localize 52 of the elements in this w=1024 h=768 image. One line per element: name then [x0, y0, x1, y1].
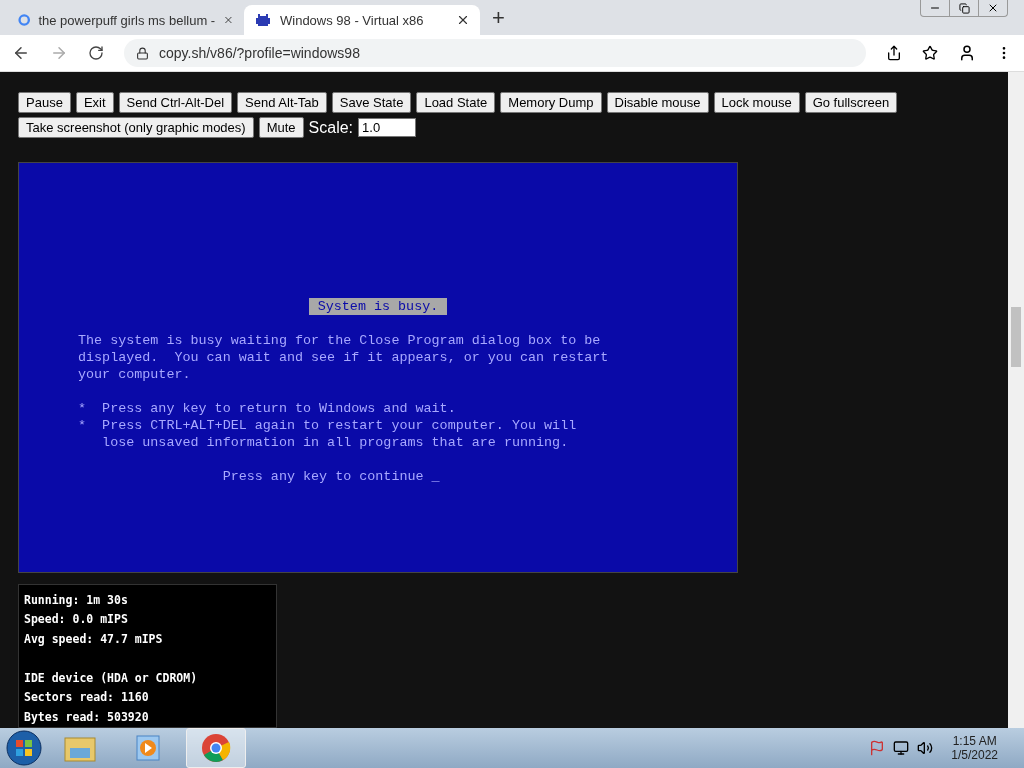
browser-tab[interactable]: the powerpuff girls ms bellum -: [8, 5, 244, 35]
forward-arrow-icon: [50, 44, 68, 62]
lock-icon: [136, 46, 149, 60]
screen-text-line: your computer.: [78, 366, 192, 383]
scrollbar[interactable]: [1008, 72, 1024, 728]
toolbar-button[interactable]: Go fullscreen: [804, 92, 898, 113]
media-player-icon: [135, 734, 161, 762]
toolbar-button[interactable]: Mute: [258, 117, 304, 138]
scale-input[interactable]: 1.0: [358, 118, 417, 137]
taskbar-clock[interactable]: 1:15 AM 1/5/2022: [951, 734, 998, 762]
toolbar-button[interactable]: Save State: [331, 92, 412, 113]
browser-tab[interactable]: Windows 98 - Virtual x86: [244, 5, 480, 35]
scale-label: Scale:: [308, 118, 354, 137]
folder-icon: [64, 734, 96, 762]
pixel-invader-icon: [254, 12, 272, 28]
chrome-icon: [201, 733, 231, 763]
address-field[interactable]: copy.sh/v86/?profile=windows98: [124, 39, 866, 67]
start-orb-icon[interactable]: [6, 730, 42, 766]
reload-icon[interactable]: [88, 45, 104, 61]
close-icon: [987, 2, 999, 14]
taskbar-app-button[interactable]: [186, 728, 246, 768]
speaker-icon: [917, 740, 934, 756]
toolbar-button[interactable]: Pause: [18, 92, 71, 113]
screen-text-line: The system is busy waiting for the Close Program dialog box to be: [78, 332, 602, 349]
close-icon: [456, 13, 470, 27]
toolbar-button[interactable]: Send Alt-Tab: [237, 92, 327, 113]
new-tab-button[interactable]: +: [492, 5, 505, 31]
toolbar-button[interactable]: Exit: [75, 92, 114, 113]
toolbar-button[interactable]: Take screenshot (only graphic modes): [18, 117, 254, 138]
toolbar-button[interactable]: Send Ctrl-Alt-Del: [118, 92, 233, 113]
restore-icon: [958, 2, 970, 14]
toolbar-button[interactable]: Disable mouse: [606, 92, 709, 113]
stats-line: Running: 1m 30s: [24, 591, 129, 609]
share-icon: [886, 45, 902, 61]
stats-line: Bytes read: 503920: [24, 708, 150, 726]
stats-line: Sectors read: 1160: [24, 689, 150, 706]
stats-line: IDE device (HDA or CDROM): [24, 669, 199, 687]
screen-text-line: Press any key to continue _: [221, 468, 441, 485]
stats-line: Speed: 0.0 mIPS: [24, 611, 129, 628]
stats-line: Avg speed: 47.7 mIPS: [24, 630, 164, 648]
profile-avatar-icon: [958, 44, 976, 62]
screen-title: System is busy.: [308, 298, 448, 315]
screen-text-line: displayed. You can wait and see if it appears, or you can restart: [78, 349, 610, 366]
toolbar-button[interactable]: Load State: [416, 92, 496, 113]
flag-icon: [869, 740, 886, 756]
toolbar-button[interactable]: Memory Dump: [500, 92, 602, 113]
screen-text-line: * Press any key to return to Windows and wait.: [78, 400, 457, 417]
screen-text-line: lose unsaved information in all programs that are running.: [101, 434, 570, 451]
star-icon: [922, 45, 938, 61]
emulator-screen[interactable]: [18, 162, 738, 573]
screen-text-line: * Press CTRL+ALT+DEL again to restart your computer. You will: [78, 417, 578, 434]
toolbar-button[interactable]: Lock mouse: [713, 92, 800, 113]
